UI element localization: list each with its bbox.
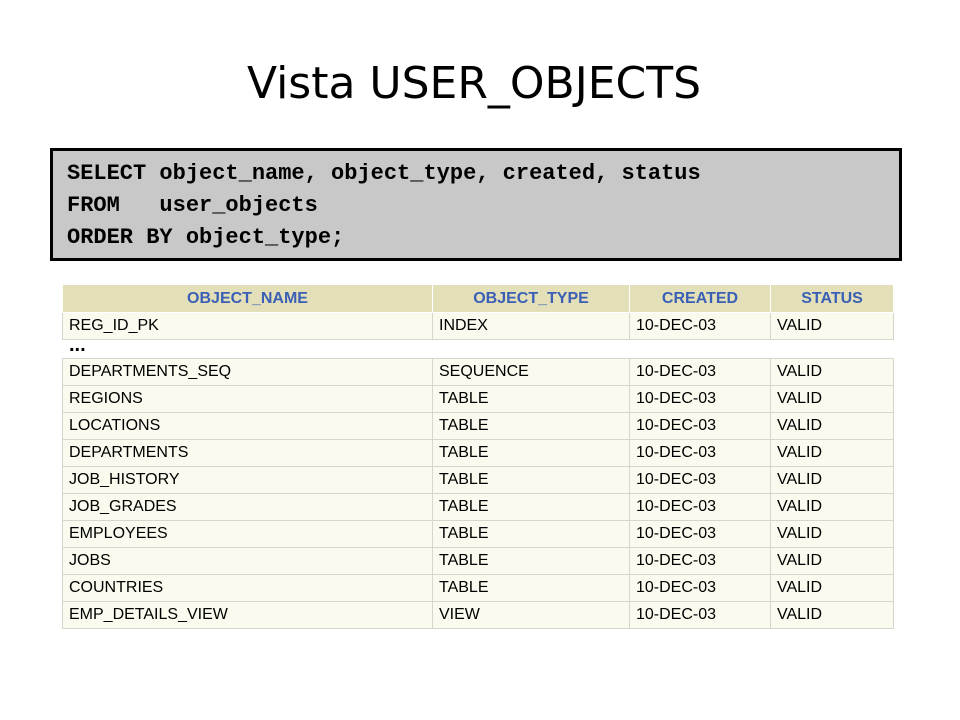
cell-created: 10-DEC-03 [629,312,771,340]
cell-created: 10-DEC-03 [629,466,771,494]
cell-created: 10-DEC-03 [629,547,771,575]
cell-object-name: JOB_HISTORY [62,466,433,494]
cell-created: 10-DEC-03 [629,412,771,440]
cell-created: 10-DEC-03 [629,574,771,602]
cell-object-type: TABLE [432,466,630,494]
cell-status: VALID [770,439,894,467]
table-row: DEPARTMENTS_SEQ SEQUENCE 10-DEC-03 VALID [62,358,894,386]
cell-object-name: DEPARTMENTS_SEQ [62,358,433,386]
cell-object-type: TABLE [432,439,630,467]
sql-code-box: SELECT object_name, object_type, created… [50,148,902,261]
header-object-type: OBJECT_TYPE [432,284,630,313]
sql-line-from: FROM user_objects [67,193,318,218]
ellipsis-text: ... [62,339,433,359]
cell-object-name: COUNTRIES [62,574,433,602]
ellipsis-row: ... [62,339,894,359]
cell-object-type: TABLE [432,547,630,575]
ellipsis-spacer [629,339,771,359]
cell-status: VALID [770,358,894,386]
table-row: REGIONS TABLE 10-DEC-03 VALID [62,385,894,413]
cell-object-type: TABLE [432,520,630,548]
ellipsis-spacer [770,339,894,359]
slide-title: Vista USER_OBJECTS [246,58,702,109]
table-row: COUNTRIES TABLE 10-DEC-03 VALID [62,574,894,602]
table-row: LOCATIONS TABLE 10-DEC-03 VALID [62,412,894,440]
sql-line-order-by: ORDER BY object_type; [67,225,345,250]
cell-created: 10-DEC-03 [629,493,771,521]
table-row: DEPARTMENTS TABLE 10-DEC-03 VALID [62,439,894,467]
table-header-row: OBJECT_NAME OBJECT_TYPE CREATED STATUS [62,284,894,313]
sql-line-select: SELECT object_name, object_type, created… [67,161,701,186]
cell-status: VALID [770,412,894,440]
cell-object-name: REGIONS [62,385,433,413]
cell-status: VALID [770,601,894,629]
cell-created: 10-DEC-03 [629,601,771,629]
cell-status: VALID [770,574,894,602]
table-row: REG_ID_PK INDEX 10-DEC-03 VALID [62,312,894,340]
cell-object-name: DEPARTMENTS [62,439,433,467]
cell-status: VALID [770,493,894,521]
cell-object-name: LOCATIONS [62,412,433,440]
cell-status: VALID [770,466,894,494]
cell-object-name: EMP_DETAILS_VIEW [62,601,433,629]
cell-created: 10-DEC-03 [629,385,771,413]
table-row: JOB_GRADES TABLE 10-DEC-03 VALID [62,493,894,521]
header-object-name: OBJECT_NAME [62,284,433,313]
cell-object-type: INDEX [432,312,630,340]
table-row: EMPLOYEES TABLE 10-DEC-03 VALID [62,520,894,548]
cell-object-type: TABLE [432,385,630,413]
cell-object-name: REG_ID_PK [62,312,433,340]
header-created: CREATED [629,284,771,313]
cell-object-type: TABLE [432,574,630,602]
table-row: JOBS TABLE 10-DEC-03 VALID [62,547,894,575]
cell-status: VALID [770,520,894,548]
cell-status: VALID [770,547,894,575]
table-row: EMP_DETAILS_VIEW VIEW 10-DEC-03 VALID [62,601,894,629]
cell-object-name: JOB_GRADES [62,493,433,521]
cell-status: VALID [770,385,894,413]
cell-created: 10-DEC-03 [629,358,771,386]
cell-object-type: TABLE [432,412,630,440]
cell-object-name: JOBS [62,547,433,575]
cell-status: VALID [770,312,894,340]
header-status: STATUS [770,284,894,313]
results-table: OBJECT_NAME OBJECT_TYPE CREATED STATUS R… [62,284,894,629]
table-row: JOB_HISTORY TABLE 10-DEC-03 VALID [62,466,894,494]
cell-object-name: EMPLOYEES [62,520,433,548]
cell-object-type: VIEW [432,601,630,629]
cell-object-type: SEQUENCE [432,358,630,386]
ellipsis-spacer [432,339,630,359]
cell-created: 10-DEC-03 [629,439,771,467]
table-body: DEPARTMENTS_SEQ SEQUENCE 10-DEC-03 VALID REG… [62,358,894,629]
cell-created: 10-DEC-03 [629,520,771,548]
cell-object-type: TABLE [432,493,630,521]
